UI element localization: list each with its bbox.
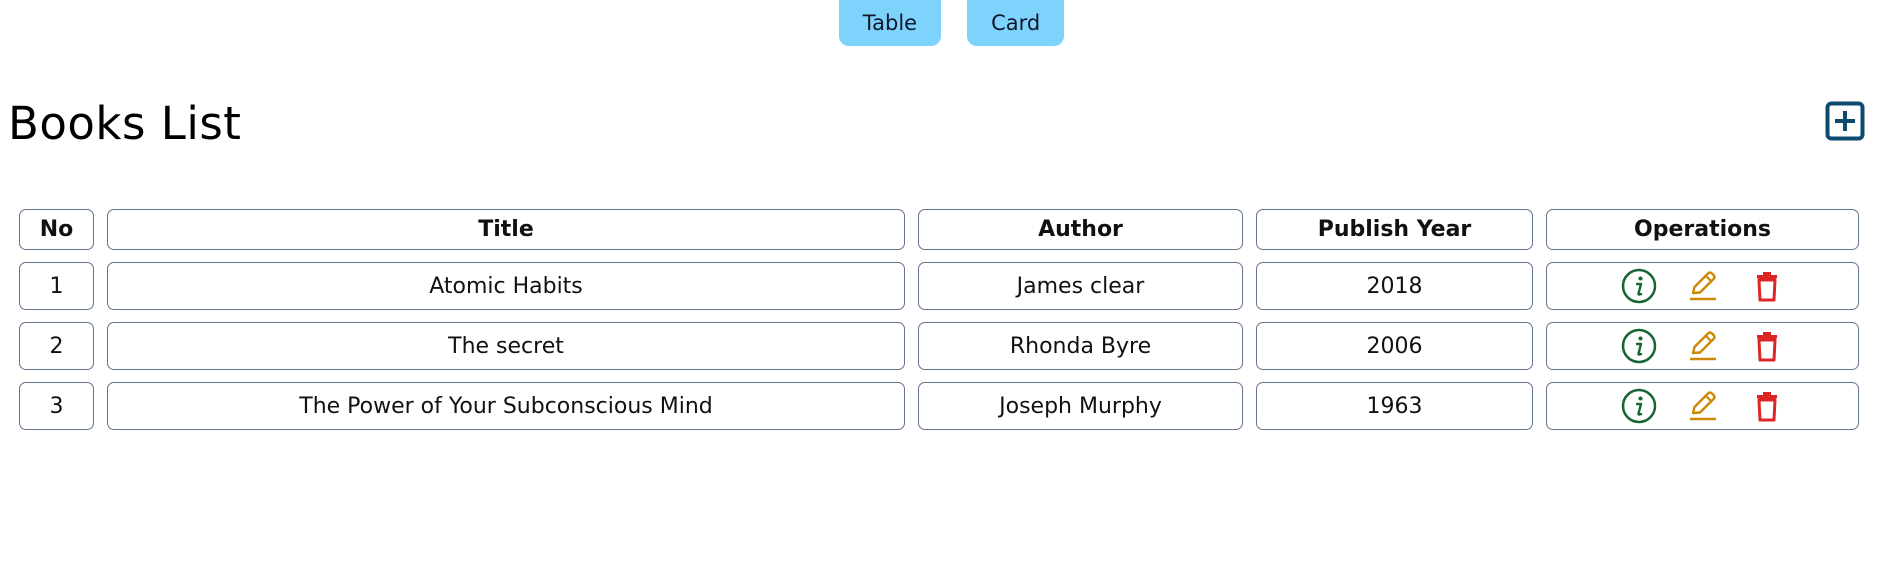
cell-no: 2 bbox=[19, 322, 94, 370]
edit-pencil-icon[interactable] bbox=[1684, 267, 1722, 305]
books-table: No Title Author Publish Year Operations … bbox=[19, 209, 1862, 442]
cell-operations bbox=[1546, 262, 1859, 310]
info-circle-icon[interactable] bbox=[1620, 267, 1658, 305]
trash-icon[interactable] bbox=[1748, 327, 1786, 365]
table-row: 1 Atomic Habits James clear 2018 bbox=[19, 262, 1862, 310]
cell-publish-year: 2006 bbox=[1256, 322, 1533, 370]
info-circle-icon[interactable] bbox=[1620, 327, 1658, 365]
cell-no: 1 bbox=[19, 262, 94, 310]
header-publish-year: Publish Year bbox=[1256, 209, 1533, 250]
trash-icon[interactable] bbox=[1748, 267, 1786, 305]
cell-title: The Power of Your Subconscious Mind bbox=[107, 382, 905, 430]
edit-pencil-icon[interactable] bbox=[1684, 387, 1722, 425]
cell-no: 3 bbox=[19, 382, 94, 430]
cell-operations bbox=[1546, 322, 1859, 370]
cell-author: Rhonda Byre bbox=[918, 322, 1243, 370]
cell-title: The secret bbox=[107, 322, 905, 370]
cell-author: James clear bbox=[918, 262, 1243, 310]
cell-operations bbox=[1546, 382, 1859, 430]
cell-publish-year: 2018 bbox=[1256, 262, 1533, 310]
card-view-button[interactable]: Card bbox=[967, 0, 1065, 46]
edit-pencil-icon[interactable] bbox=[1684, 327, 1722, 365]
header-title: Title bbox=[107, 209, 905, 250]
table-header-row: No Title Author Publish Year Operations bbox=[19, 209, 1862, 250]
header-no: No bbox=[19, 209, 94, 250]
table-row: 3 The Power of Your Subconscious Mind Jo… bbox=[19, 382, 1862, 430]
plus-square-icon bbox=[1825, 101, 1865, 141]
table-row: 2 The secret Rhonda Byre 2006 bbox=[19, 322, 1862, 370]
cell-title: Atomic Habits bbox=[107, 262, 905, 310]
trash-icon[interactable] bbox=[1748, 387, 1786, 425]
table-view-button[interactable]: Table bbox=[838, 0, 942, 46]
header-operations: Operations bbox=[1546, 209, 1859, 250]
add-book-button[interactable] bbox=[1825, 101, 1865, 141]
info-circle-icon[interactable] bbox=[1620, 387, 1658, 425]
header-author: Author bbox=[918, 209, 1243, 250]
cell-publish-year: 1963 bbox=[1256, 382, 1533, 430]
view-toggle-bar: Table Card bbox=[0, 0, 1891, 46]
cell-author: Joseph Murphy bbox=[918, 382, 1243, 430]
page-title: Books List bbox=[8, 97, 242, 150]
